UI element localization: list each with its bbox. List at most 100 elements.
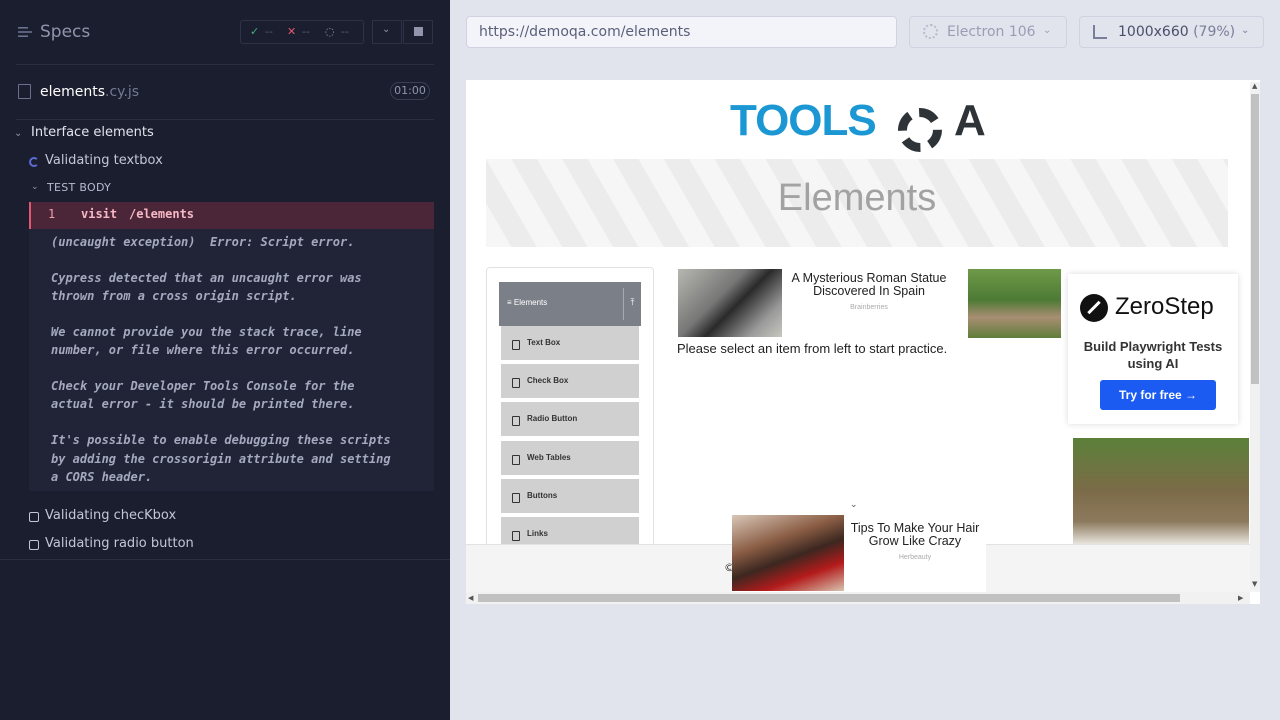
toolsqa-logo[interactable]: TOOLS A	[730, 92, 990, 152]
running-spinner-icon	[29, 157, 39, 167]
test-title: Validating radio button	[45, 536, 194, 551]
ad-title[interactable]: A Mysterious Roman Statue Discovered In …	[788, 272, 950, 298]
command-name: visit	[81, 207, 118, 221]
url-bar[interactable]: https://demoqa.com/elements	[466, 16, 897, 48]
practice-instruction: Please select an item from left to start…	[677, 341, 948, 356]
test-title: Validating textbox	[45, 153, 163, 168]
elements-sidebar: ≡ Elements ⤒ Text Box Check Box Radio Bu…	[486, 267, 654, 567]
sidebar-group-header[interactable]: ≡ Elements ⤒	[499, 282, 641, 326]
horizontal-scrollbar[interactable]: ◀ ▶	[466, 592, 1250, 604]
spec-file-base: elements	[40, 84, 106, 100]
error-line: We cannot provide you the stack trace, l…	[51, 325, 362, 339]
ad-source: Herbeauty	[898, 554, 932, 561]
logo-text-a: A	[954, 96, 986, 145]
sidebar-item-buttons[interactable]: Buttons	[501, 479, 639, 515]
chevron-down-icon[interactable]: ⌄	[850, 500, 858, 510]
ad-image[interactable]	[968, 269, 1061, 338]
scrollbar-thumb[interactable]	[478, 594, 1180, 602]
test-body-header[interactable]: ⌄ TEST BODY	[0, 180, 450, 196]
page-banner: Elements	[486, 159, 1228, 247]
sidebar-item-text-box[interactable]: Text Box	[501, 326, 639, 362]
passed-icon: ✓	[250, 25, 260, 38]
scroll-right-icon[interactable]: ▶	[1238, 594, 1243, 602]
passed-count: --	[265, 25, 273, 38]
sidebar-item-label: Text Box	[527, 338, 561, 347]
html5-icon	[512, 531, 520, 541]
ad-source: Brainberries	[850, 304, 888, 311]
test-stats: ✓ -- ✕ -- ◌ --	[240, 20, 364, 44]
browser-icon	[923, 24, 938, 39]
chevron-down-icon: ⌄	[31, 182, 39, 192]
app-under-test-panel: https://demoqa.com/elements Electron 106…	[450, 0, 1280, 720]
pending-icon: ◌	[325, 25, 335, 38]
scrollbar-thumb[interactable]	[1251, 94, 1259, 384]
test-row[interactable]: Validating textbox	[0, 152, 450, 172]
scroll-down-icon[interactable]: ▼	[1252, 580, 1257, 588]
viewport-size: 1000x660 (79%)	[1118, 24, 1235, 40]
spec-duration: 01:00	[390, 82, 430, 100]
scroll-up-icon[interactable]: ▲	[1252, 82, 1257, 90]
scroll-left-icon[interactable]: ◀	[468, 594, 473, 602]
page-title: Elements	[777, 177, 937, 219]
browser-selector[interactable]: Electron 106 ⌄	[909, 16, 1067, 48]
viewport-selector[interactable]: 1000x660 (79%) ⌄	[1079, 16, 1264, 48]
zerostep-tagline: Build Playwright Tests using AI	[1083, 339, 1223, 371]
html5-icon	[512, 493, 520, 503]
collapse-icon[interactable]: ⤒	[623, 288, 641, 320]
reporter-panel: Specs ✓ -- ✕ -- ◌ -- ⌄ elements.cy.js 01…	[0, 0, 450, 720]
spec-file-row[interactable]: elements.cy.js 01:00	[0, 76, 450, 108]
spec-file-name: elements.cy.js	[40, 84, 139, 100]
pending-test-icon	[29, 512, 39, 522]
chevron-down-icon: ⌄	[382, 24, 391, 35]
viewport-dimensions: 1000x660	[1118, 24, 1189, 40]
zerostep-name: ZeroStep	[1115, 293, 1214, 320]
test-row[interactable]: Validating checKbox	[0, 507, 450, 527]
sidebar-item-label: Buttons	[527, 491, 558, 500]
ad-image-statue[interactable]	[678, 269, 782, 337]
stop-button[interactable]	[403, 20, 433, 44]
sidebar-item-label: Check Box	[527, 376, 569, 385]
ad-image-hair[interactable]	[732, 515, 844, 591]
sidebar-group-label: Elements	[513, 298, 548, 307]
suite-row[interactable]: ⌄ Interface elements	[0, 124, 450, 144]
sidebar-item-label: Links	[527, 529, 548, 538]
vertical-scrollbar[interactable]: ▲ ▼	[1250, 82, 1260, 590]
options-dropdown-button[interactable]: ⌄	[372, 20, 402, 44]
chevron-down-icon: ⌄	[1043, 25, 1052, 36]
error-line: actual error - it should be printed ther…	[51, 397, 355, 411]
error-line: It's possible to enable debugging these …	[51, 433, 391, 447]
ad-title[interactable]: Tips To Make Your Hair Grow Like Crazy	[845, 522, 985, 548]
error-line: Cypress detected that an uncaught error …	[51, 271, 362, 285]
zerostep-card[interactable]: ZeroStep Build Playwright Tests using AI…	[1068, 274, 1238, 424]
error-line: a CORS header.	[51, 470, 153, 484]
html5-icon	[512, 340, 520, 350]
error-line: (uncaught exception) Error: Script error…	[51, 235, 355, 249]
sidebar-item-radio-button[interactable]: Radio Button	[501, 402, 639, 438]
specs-menu-icon[interactable]	[18, 26, 32, 38]
html5-icon	[512, 378, 520, 388]
error-line: by adding the crossorigin attribute and …	[51, 452, 391, 466]
stop-icon	[414, 27, 423, 36]
sidebar-item-label: Radio Button	[527, 414, 578, 423]
pending-test-icon	[29, 540, 39, 550]
error-line: Check your Developer Tools Console for t…	[51, 379, 355, 393]
test-row[interactable]: Validating radio button	[0, 535, 450, 555]
try-for-free-button[interactable]: Try for free →	[1100, 380, 1216, 410]
logo-text-tools: TOOLS	[730, 96, 877, 145]
divider	[0, 559, 450, 560]
failed-icon: ✕	[287, 25, 297, 38]
ad-hair[interactable]: Tips To Make Your Hair Grow Like Crazy H…	[732, 514, 986, 592]
browser-name: Electron 106	[947, 24, 1036, 40]
specs-title[interactable]: Specs	[40, 22, 90, 42]
command-row-visit[interactable]: 1 visit /elements	[29, 202, 434, 229]
sidebar-group-title: ≡ Elements	[507, 298, 548, 307]
file-icon	[18, 84, 31, 99]
sidebar-item-check-box[interactable]: Check Box	[501, 364, 639, 400]
sidebar-item-web-tables[interactable]: Web Tables	[501, 441, 639, 477]
html5-icon	[512, 455, 520, 465]
aut-iframe: TOOLS A Elements ≡ Elements ⤒ Text Box C…	[466, 80, 1260, 604]
test-body-label: TEST BODY	[47, 181, 112, 194]
zerostep-logo-icon	[1080, 294, 1108, 322]
sidebar-item-label: Web Tables	[527, 453, 571, 462]
test-title: Validating checKbox	[45, 508, 177, 523]
